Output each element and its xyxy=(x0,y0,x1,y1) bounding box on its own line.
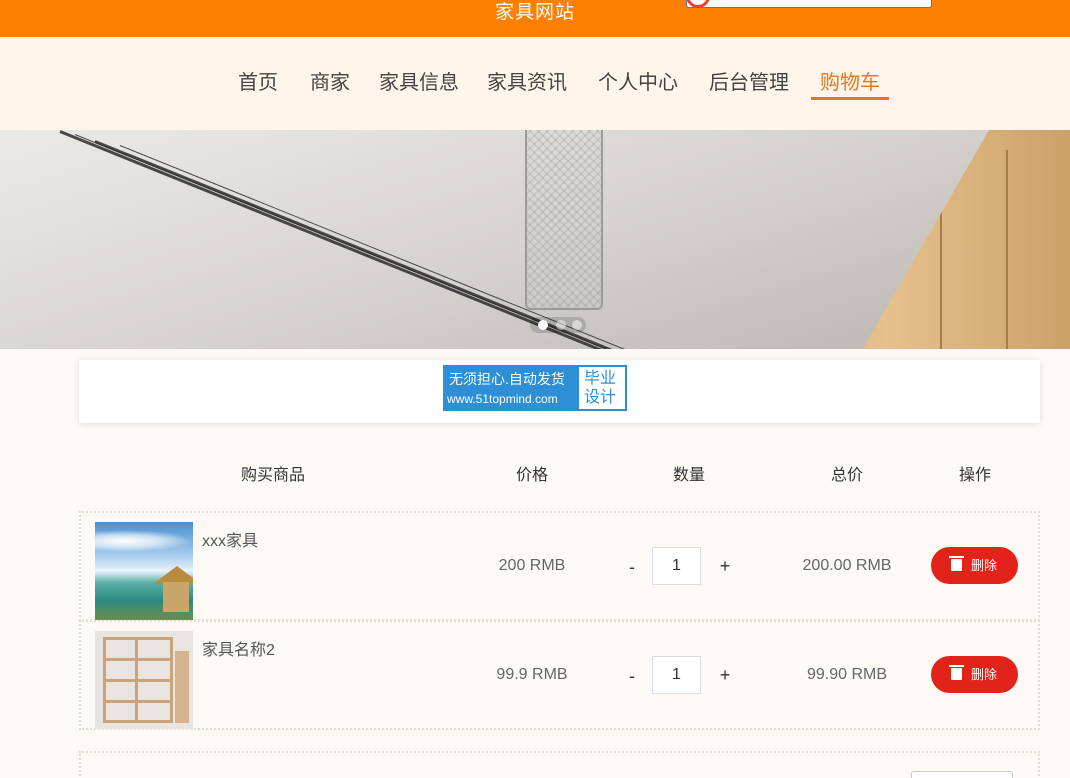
product-thumbnail[interactable] xyxy=(95,522,193,620)
ad-url: www.51topmind.com xyxy=(447,392,558,406)
wood-line xyxy=(1006,150,1008,349)
ad-banner[interactable]: 无须担心.自动发货 www.51topmind.com 毕业 设计 xyxy=(443,365,627,411)
thumb-hut xyxy=(163,582,189,612)
ad-right-text-1: 毕业 xyxy=(584,370,617,387)
ad-right-text-2: 设计 xyxy=(584,389,617,406)
nav-item-admin[interactable]: 后台管理 xyxy=(709,69,789,97)
delete-label: 删除 xyxy=(971,667,998,682)
header-total: 总价 xyxy=(831,467,864,484)
carousel-dot[interactable] xyxy=(572,320,582,330)
header-quantity: 数量 xyxy=(673,467,706,484)
thumb-cabinet xyxy=(175,651,189,723)
header-product: 购买商品 xyxy=(241,467,306,484)
thumb-shelf-divider xyxy=(135,637,138,723)
quantity-input[interactable]: 1 xyxy=(652,656,701,694)
delete-button[interactable]: 删除 xyxy=(931,656,1018,693)
product-price: 99.9 RMB xyxy=(496,666,568,683)
banner-carousel[interactable] xyxy=(0,130,1070,349)
carousel-dot[interactable] xyxy=(556,320,566,330)
product-price: 200 RMB xyxy=(498,557,566,574)
ad-slogan: 无须担心.自动发货 xyxy=(449,371,565,387)
product-name[interactable]: xxx家具 xyxy=(202,532,258,552)
nav-active-underline xyxy=(811,97,889,100)
quantity-minus-button[interactable]: - xyxy=(624,557,640,577)
quantity-plus-button[interactable]: + xyxy=(717,556,733,576)
cart-footer xyxy=(79,751,1040,778)
nav-item-furniture-news[interactable]: 家具资讯 xyxy=(487,69,567,97)
quantity-plus-button[interactable]: + xyxy=(717,665,733,685)
main-nav: 首页 商家 家具信息 家具资讯 个人中心 后台管理 购物车 xyxy=(0,37,1070,130)
nav-item-merchants[interactable]: 商家 xyxy=(310,69,350,97)
header-price: 价格 xyxy=(516,467,549,484)
nav-item-cart[interactable]: 购物车 xyxy=(820,69,880,97)
header-action: 操作 xyxy=(959,467,992,484)
carousel-dot[interactable] xyxy=(538,320,548,330)
thumb-cloud xyxy=(95,530,193,552)
quantity-minus-button[interactable]: - xyxy=(624,666,640,686)
thumb-shelf xyxy=(103,637,173,723)
delete-label: 删除 xyxy=(971,558,998,573)
nav-item-furniture-info[interactable]: 家具信息 xyxy=(379,69,459,97)
delete-button[interactable]: 删除 xyxy=(931,547,1018,584)
row-total: 99.90 RMB xyxy=(806,666,888,683)
trash-icon xyxy=(949,665,964,680)
trash-icon xyxy=(949,556,964,571)
banner-glass-vase xyxy=(525,130,603,310)
product-name[interactable]: 家具名称2 xyxy=(202,641,275,661)
ad-left-panel: 无须担心.自动发货 www.51topmind.com xyxy=(445,367,579,409)
checkout-button[interactable] xyxy=(911,771,1013,778)
nav-item-personal-center[interactable]: 个人中心 xyxy=(598,69,678,97)
ime-toolbar xyxy=(686,0,932,8)
nav-item-home[interactable]: 首页 xyxy=(238,69,278,97)
product-thumbnail[interactable] xyxy=(95,631,193,729)
quantity-input[interactable]: 1 xyxy=(652,547,701,585)
row-total: 200.00 RMB xyxy=(802,557,892,574)
